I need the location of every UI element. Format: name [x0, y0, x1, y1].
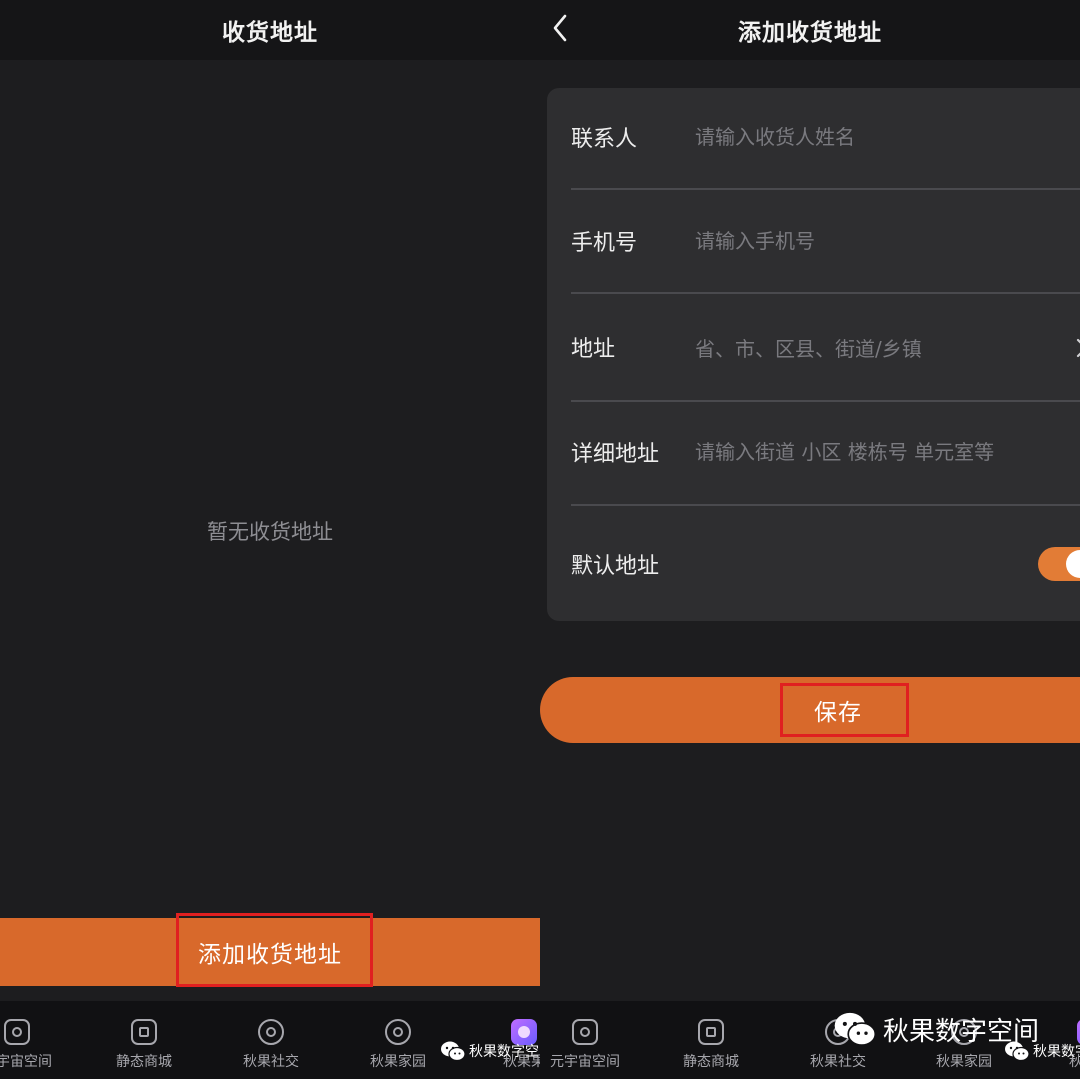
- header: 添加收货地址: [540, 0, 1080, 60]
- tab-label: 静态商城: [683, 1054, 739, 1070]
- tab-metaverse-space[interactable]: 元宇宙空间: [540, 1019, 635, 1071]
- default-address-label: 默认地址: [571, 554, 660, 579]
- shop-icon: [698, 1019, 724, 1045]
- watermark-text: 秋果数字空间: [469, 1044, 540, 1060]
- tab-label: 元宇宙空间: [0, 1054, 52, 1070]
- tab-static-mall[interactable]: 静态商城: [661, 1019, 761, 1071]
- tab-label: 静态商城: [116, 1054, 172, 1070]
- empty-state-text: 暂无收货地址: [207, 520, 333, 544]
- home-garden-icon: [385, 1019, 411, 1045]
- phone-row: 手机号: [571, 220, 1080, 262]
- watermark-large: 秋果数字空间: [833, 1010, 1039, 1048]
- contact-row: 联系人: [571, 116, 1080, 158]
- toggle-knob: [1066, 550, 1080, 578]
- tab-metaverse-space[interactable]: 元宇宙空间: [0, 1019, 67, 1071]
- detail-address-row: 详细地址: [571, 431, 1080, 473]
- chevron-right-icon: [1076, 338, 1080, 358]
- default-address-row: 默认地址: [571, 543, 1080, 585]
- watermark-text: 秋果数字空间: [1033, 1044, 1080, 1060]
- divider: [571, 400, 1080, 402]
- wechat-icon: [834, 1012, 877, 1046]
- default-address-toggle[interactable]: [1038, 547, 1080, 581]
- cube-icon: [572, 1019, 598, 1045]
- divider: [571, 292, 1080, 294]
- tab-static-mall[interactable]: 静态商城: [94, 1019, 194, 1071]
- header: 收货地址: [0, 0, 540, 60]
- tab-label: 秋果家园: [936, 1054, 992, 1070]
- region-selector[interactable]: 省、市、区县、街道/乡镇: [695, 333, 922, 362]
- tab-label: 秋果社交: [810, 1054, 866, 1070]
- phone-label: 手机号: [571, 231, 638, 256]
- highlight-box: [780, 683, 909, 737]
- address-row[interactable]: 地址 省、市、区县、街道/乡镇: [571, 326, 1080, 368]
- tab-qiuguo-home[interactable]: 秋果家园: [348, 1019, 448, 1071]
- address-label: 地址: [571, 337, 616, 362]
- divider: [571, 188, 1080, 190]
- add-address-screen: 添加收货地址 联系人 手机号 地址 省、市、区县、街道/乡镇 详细地址 默认地址: [540, 0, 1080, 1079]
- page-title: 添加收货地址: [738, 20, 882, 46]
- detail-address-input[interactable]: [695, 440, 1075, 464]
- back-arrow-icon[interactable]: [540, 8, 580, 48]
- tab-label: 秋果家园: [370, 1054, 426, 1070]
- page-title: 收货地址: [222, 20, 318, 46]
- divider: [571, 504, 1080, 506]
- contact-name-input[interactable]: [695, 125, 1075, 149]
- highlight-box: [176, 913, 373, 987]
- social-icon: [258, 1019, 284, 1045]
- tab-label: 秋果社交: [243, 1054, 299, 1070]
- tab-label: 元宇宙空间: [550, 1054, 620, 1070]
- watermark: 秋果数字空间: [440, 1040, 540, 1062]
- watermark-large-text: 秋果数字空间: [883, 1016, 1040, 1047]
- wechat-icon: [441, 1041, 466, 1062]
- detail-address-label: 详细地址: [571, 442, 660, 467]
- tab-qiuguo-social[interactable]: 秋果社交: [221, 1019, 321, 1071]
- shop-icon: [131, 1019, 157, 1045]
- address-form-card: 联系人 手机号 地址 省、市、区县、街道/乡镇 详细地址 默认地址: [547, 88, 1080, 621]
- address-list-screen: 收货地址 暂无收货地址 添加收货地址 元宇宙空间 静态商城 秋果社交 秋果家园 …: [0, 0, 540, 1079]
- contact-label: 联系人: [571, 127, 638, 152]
- phone-input[interactable]: [695, 229, 1075, 253]
- cube-icon: [4, 1019, 30, 1045]
